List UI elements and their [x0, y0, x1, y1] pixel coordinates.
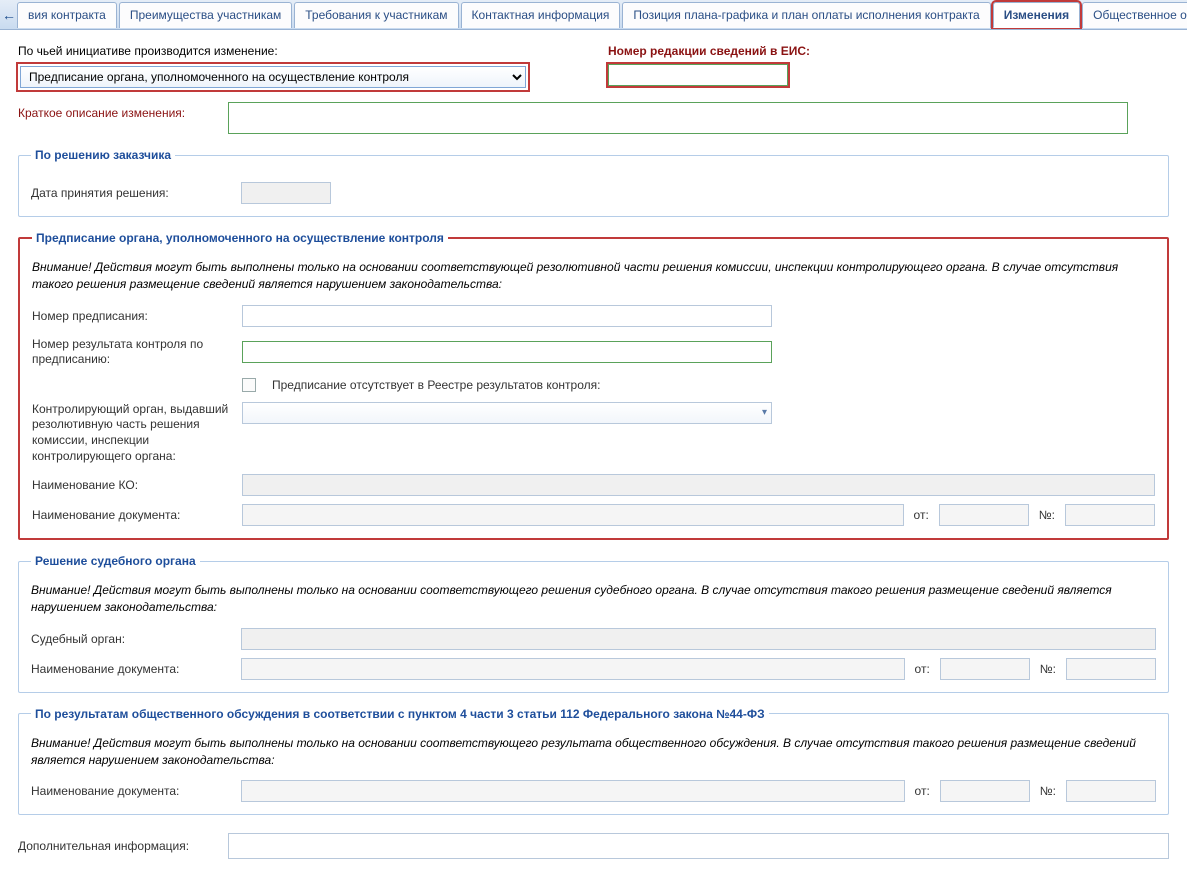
public-doc-name-input[interactable]: [241, 780, 905, 802]
decision-date-input[interactable]: [241, 182, 331, 204]
tab-contact[interactable]: Контактная информация: [461, 2, 621, 28]
controlling-org-dropdown[interactable]: ▾: [242, 402, 772, 424]
tab-contract-conditions[interactable]: вия контракта: [17, 2, 117, 28]
order-legend: Предписание органа, уполномоченного на о…: [32, 231, 448, 245]
ko-name-label: Наименование КО:: [32, 478, 232, 492]
order-doc-name-input[interactable]: [242, 504, 904, 526]
customer-decision-legend: По решению заказчика: [31, 148, 175, 162]
tab-advantages[interactable]: Преимущества участникам: [119, 2, 292, 28]
controlling-org-label: Контролирующий орган, выдавший резолютив…: [32, 402, 232, 464]
court-warning: Внимание! Действия могут быть выполнены …: [31, 582, 1156, 616]
initiative-label: По чьей инициативе производится изменени…: [18, 44, 528, 58]
control-result-input[interactable]: [242, 341, 772, 363]
public-doc-from-input[interactable]: [940, 780, 1030, 802]
extra-info-input[interactable]: [228, 833, 1169, 859]
tabbar: ← вия контракта Преимущества участникам …: [0, 0, 1187, 30]
court-doc-no-input[interactable]: [1066, 658, 1156, 680]
public-doc-no-input[interactable]: [1066, 780, 1156, 802]
court-doc-from-input[interactable]: [940, 658, 1030, 680]
extra-info-label: Дополнительная информация:: [18, 839, 218, 853]
public-doc-label: Наименование документа:: [31, 784, 231, 798]
content: По чьей инициативе производится изменени…: [0, 30, 1187, 873]
public-doc-no-label: №:: [1040, 784, 1056, 798]
court-org-label: Судебный орган:: [31, 632, 231, 646]
court-org-input[interactable]: [241, 628, 1156, 650]
order-number-label: Номер предписания:: [32, 309, 232, 323]
court-doc-no-label: №:: [1040, 662, 1056, 676]
ko-name-input[interactable]: [242, 474, 1155, 496]
order-number-input[interactable]: [242, 305, 772, 327]
order-fieldset: Предписание органа, уполномоченного на о…: [18, 231, 1169, 540]
court-doc-label: Наименование документа:: [31, 662, 231, 676]
order-absent-label: Предписание отсутствует в Реестре резуль…: [272, 378, 600, 392]
tab-changes[interactable]: Изменения: [993, 2, 1080, 28]
initiative-select-wrap: Предписание органа, уполномоченного на о…: [18, 64, 528, 90]
order-warning: Внимание! Действия могут быть выполнены …: [32, 259, 1155, 293]
public-fieldset: По результатам общественного обсуждения …: [18, 707, 1169, 816]
order-doc-no-label: №:: [1039, 508, 1055, 522]
public-legend: По результатам общественного обсуждения …: [31, 707, 769, 721]
court-doc-name-input[interactable]: [241, 658, 905, 680]
chevron-down-icon: ▾: [762, 407, 767, 418]
control-result-label: Номер результата контроля по предписанию…: [32, 337, 232, 368]
court-legend: Решение судебного органа: [31, 554, 200, 568]
tab-requirements[interactable]: Требования к участникам: [294, 2, 458, 28]
order-absent-checkbox[interactable]: [242, 378, 256, 392]
tab-public-discussion[interactable]: Общественное обсуждение: [1082, 2, 1187, 28]
decision-date-label: Дата принятия решения:: [31, 186, 231, 200]
customer-decision-fieldset: По решению заказчика Дата принятия решен…: [18, 148, 1169, 217]
tabs-scroll-left-icon[interactable]: ←: [2, 4, 16, 26]
eis-label: Номер редакции сведений в ЕИС:: [608, 44, 810, 58]
order-doc-from-label: от:: [914, 508, 929, 522]
order-doc-no-input[interactable]: [1065, 504, 1155, 526]
order-doc-label: Наименование документа:: [32, 508, 232, 522]
public-doc-from-label: от:: [915, 784, 930, 798]
court-fieldset: Решение судебного органа Внимание! Дейст…: [18, 554, 1169, 693]
tab-plan-position[interactable]: Позиция плана-графика и план оплаты испо…: [622, 2, 990, 28]
eis-number-input[interactable]: [608, 64, 788, 86]
court-doc-from-label: от:: [915, 662, 930, 676]
order-doc-from-input[interactable]: [939, 504, 1029, 526]
short-desc-input[interactable]: [228, 102, 1128, 134]
initiative-select[interactable]: Предписание органа, уполномоченного на о…: [20, 66, 526, 88]
short-desc-label: Краткое описание изменения:: [18, 102, 218, 120]
public-warning: Внимание! Действия могут быть выполнены …: [31, 735, 1156, 769]
